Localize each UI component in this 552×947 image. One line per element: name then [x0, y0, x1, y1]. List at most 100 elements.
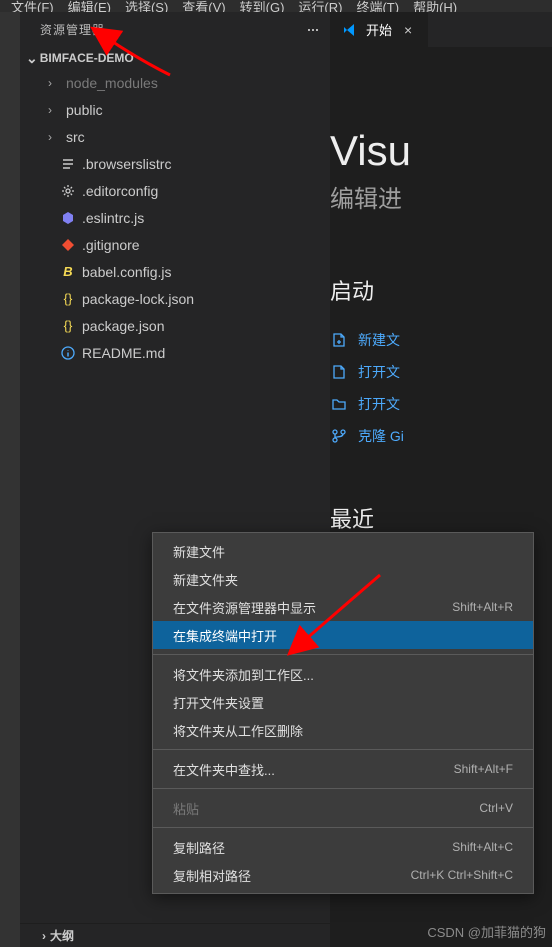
chevron-right-icon: ›: [48, 76, 60, 90]
menu-label: 复制路径: [173, 838, 225, 857]
lines-icon: [60, 156, 76, 172]
menu-terminal[interactable]: 终端(T): [349, 0, 406, 12]
menu-add-folder-workspace[interactable]: 将文件夹添加到工作区...: [153, 660, 533, 688]
open-folder-link[interactable]: 打开文: [330, 388, 552, 420]
tree-folder-public[interactable]: › public: [20, 96, 330, 123]
project-header[interactable]: ⌄ BIMFACE-DEMO: [20, 47, 330, 69]
menu-label: 在集成终端中打开: [173, 626, 277, 645]
clone-repo-link[interactable]: 克隆 Gi: [330, 420, 552, 452]
tree-file-editorconfig[interactable]: .editorconfig: [20, 177, 330, 204]
tree-label: node_modules: [66, 75, 158, 91]
menu-open-terminal[interactable]: 在集成终端中打开: [153, 621, 533, 649]
tree-file-readme[interactable]: README.md: [20, 339, 330, 366]
tree-label: package-lock.json: [82, 291, 194, 307]
welcome-subtitle: 编辑进: [330, 179, 552, 214]
menu-shortcut: Shift+Alt+R: [452, 600, 513, 614]
menu-shortcut: Shift+Alt+F: [454, 762, 513, 776]
json-icon: {}: [60, 291, 76, 307]
sidebar-more-icon[interactable]: ···: [306, 19, 318, 40]
tree-label: .eslintrc.js: [82, 210, 144, 226]
menu-label: 打开文件夹设置: [173, 693, 264, 712]
git-branch-icon: [330, 427, 348, 445]
gear-icon: [60, 183, 76, 199]
vscode-icon: [342, 22, 358, 38]
tree-file-browserslistrc[interactable]: .browserslistrc: [20, 150, 330, 177]
menu-label: 在文件资源管理器中显示: [173, 598, 316, 617]
menu-file[interactable]: 文件(F): [4, 0, 61, 12]
outline-header[interactable]: › 大纲: [20, 923, 330, 947]
project-name: BIMFACE-DEMO: [40, 51, 134, 65]
menu-edit[interactable]: 编辑(E): [61, 0, 118, 12]
recent-section-title: 最近: [330, 502, 552, 534]
outline-title: 大纲: [50, 927, 74, 944]
menu-goto[interactable]: 转到(G): [233, 0, 292, 12]
action-label: 克隆 Gi: [358, 426, 404, 446]
menu-separator: [153, 788, 533, 789]
sidebar-header: 资源管理器 ···: [20, 12, 330, 47]
chevron-right-icon: ›: [42, 929, 46, 943]
menu-shortcut: Ctrl+K Ctrl+Shift+C: [411, 868, 513, 882]
tree-file-gitignore[interactable]: .gitignore: [20, 231, 330, 258]
menu-select[interactable]: 选择(S): [118, 0, 175, 12]
json-icon: {}: [60, 318, 76, 334]
tree-folder-src[interactable]: › src: [20, 123, 330, 150]
tree-label: babel.config.js: [82, 264, 172, 280]
menu-help[interactable]: 帮助(H): [406, 0, 464, 12]
menu-new-folder[interactable]: 新建文件夹: [153, 565, 533, 593]
context-menu: 新建文件 新建文件夹 在文件资源管理器中显示 Shift+Alt+R 在集成终端…: [152, 532, 534, 894]
tab-close-icon[interactable]: ×: [400, 20, 416, 40]
tree-label: .browserslistrc: [82, 156, 171, 172]
chevron-right-icon: ›: [48, 103, 60, 117]
tree-file-package[interactable]: {} package.json: [20, 312, 330, 339]
menu-view[interactable]: 查看(V): [175, 0, 232, 12]
menu-shortcut: Ctrl+V: [479, 801, 513, 815]
activity-bar: [0, 12, 20, 947]
tab-welcome[interactable]: 开始 ×: [330, 12, 428, 47]
open-file-link[interactable]: 打开文: [330, 356, 552, 388]
tree-folder-node-modules[interactable]: › node_modules: [20, 69, 330, 96]
tree-file-babel-config[interactable]: B babel.config.js: [20, 258, 330, 285]
tree-file-package-lock[interactable]: {} package-lock.json: [20, 285, 330, 312]
menu-copy-path[interactable]: 复制路径 Shift+Alt+C: [153, 833, 533, 861]
menu-separator: [153, 654, 533, 655]
action-label: 打开文: [358, 362, 400, 382]
new-file-icon: [330, 331, 348, 349]
action-label: 新建文: [358, 330, 400, 350]
menu-reveal-explorer[interactable]: 在文件资源管理器中显示 Shift+Alt+R: [153, 593, 533, 621]
sidebar-title: 资源管理器: [40, 21, 105, 38]
action-label: 打开文: [358, 394, 400, 414]
new-file-link[interactable]: 新建文: [330, 324, 552, 356]
menu-run[interactable]: 运行(R): [291, 0, 349, 12]
menubar: 文件(F) 编辑(E) 选择(S) 查看(V) 转到(G) 运行(R) 终端(T…: [0, 0, 552, 12]
menu-separator: [153, 749, 533, 750]
menu-label: 新建文件: [173, 542, 225, 561]
babel-icon: B: [60, 264, 76, 280]
menu-label: 新建文件夹: [173, 570, 238, 589]
tree-label: .editorconfig: [82, 183, 158, 199]
chevron-down-icon: ⌄: [26, 50, 38, 67]
tree-label: README.md: [82, 345, 165, 361]
menu-paste: 粘贴 Ctrl+V: [153, 794, 533, 822]
tree-file-eslintrc[interactable]: .eslintrc.js: [20, 204, 330, 231]
menu-separator: [153, 827, 533, 828]
tree-label: .gitignore: [82, 237, 140, 253]
tree-label: package.json: [82, 318, 165, 334]
menu-label: 粘贴: [173, 799, 199, 818]
menu-label: 在文件夹中查找...: [173, 760, 275, 779]
menu-new-file[interactable]: 新建文件: [153, 537, 533, 565]
info-icon: [60, 345, 76, 361]
menu-shortcut: Shift+Alt+C: [452, 840, 513, 854]
menu-label: 将文件夹从工作区删除: [173, 721, 303, 740]
tab-bar: 开始 ×: [330, 12, 552, 47]
menu-copy-relative-path[interactable]: 复制相对路径 Ctrl+K Ctrl+Shift+C: [153, 861, 533, 889]
tab-label: 开始: [366, 20, 392, 39]
menu-folder-settings[interactable]: 打开文件夹设置: [153, 688, 533, 716]
start-section-title: 启动: [330, 274, 552, 306]
chevron-right-icon: ›: [48, 130, 60, 144]
open-file-icon: [330, 363, 348, 381]
menu-find-in-folder[interactable]: 在文件夹中查找... Shift+Alt+F: [153, 755, 533, 783]
eslint-icon: [60, 210, 76, 226]
git-icon: [60, 237, 76, 253]
menu-remove-folder-workspace[interactable]: 将文件夹从工作区删除: [153, 716, 533, 744]
folder-icon: [330, 395, 348, 413]
